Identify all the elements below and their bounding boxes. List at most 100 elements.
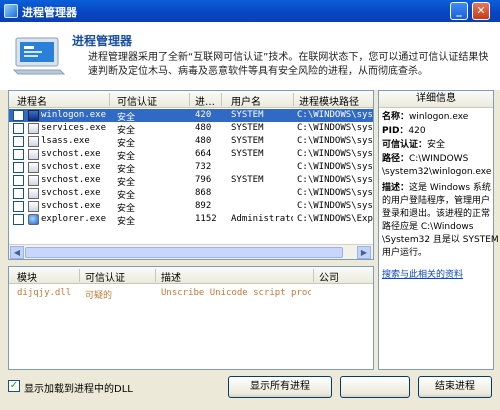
- action-button[interactable]: [340, 376, 410, 398]
- detail-name: 名称：winlogon.exe: [382, 112, 469, 122]
- window-icon: [28, 110, 39, 121]
- module-table: 模块 可信认证 描述 公司 dijqjy.dll 可疑的 Unscribe Un…: [8, 266, 374, 370]
- app-icon: [28, 175, 39, 186]
- row-checkbox[interactable]: [13, 188, 24, 199]
- row-checkbox[interactable]: [13, 175, 24, 186]
- app-icon: [28, 149, 39, 160]
- cell-name: svchost.exe: [41, 188, 101, 198]
- cell-path: C:\WINDOWS\syste: [297, 162, 373, 172]
- show-dll-label: 显示加载到进程中的DLL: [24, 384, 133, 395]
- monitor-icon: [12, 37, 66, 75]
- cell-name: explorer.exe: [41, 214, 107, 224]
- row-checkbox[interactable]: [13, 149, 24, 160]
- column-user[interactable]: 用户名: [231, 93, 291, 108]
- detail-description-4: 路径应是 C:\Windows: [382, 222, 474, 232]
- title-bar: 进程管理器 _ ✕: [0, 0, 500, 22]
- app-icon: [28, 201, 39, 212]
- cell-user: SYSTEM: [231, 110, 264, 120]
- cell-path: C:\WINDOWS\syste: [297, 175, 373, 185]
- cell-path: C:\WINDOWS\syste: [297, 149, 373, 159]
- cell-path: C:\WINDOWS\Explo: [297, 214, 373, 224]
- row-checkbox[interactable]: [13, 123, 24, 134]
- cell-name: svchost.exe: [41, 149, 101, 159]
- cell-name: lsass.exe: [41, 136, 90, 146]
- table-row[interactable]: services.exe安全480SYSTEMC:\WINDOWS\syste: [9, 122, 373, 136]
- cell-user: SYSTEM: [231, 149, 264, 159]
- show-dll-checkbox[interactable]: ✓: [8, 380, 20, 392]
- scroll-left-icon[interactable]: ◀: [10, 246, 24, 259]
- module-name: dijqjy.dll: [17, 288, 72, 298]
- cell-path: C:\WINDOWS\syste: [297, 136, 373, 146]
- cell-user: SYSTEM: [231, 175, 264, 185]
- detail-description-5: \System32 且是以 SYSTEM: [382, 235, 499, 245]
- window-title: 进程管理器: [22, 6, 77, 19]
- detail-path: 路径：C:\WINDOWS: [382, 154, 469, 164]
- cell-pid: 868: [195, 188, 212, 198]
- column-module-desc[interactable]: 描述: [161, 269, 311, 284]
- cell-user: Administrator: [231, 214, 293, 224]
- cell-trust: 安全: [117, 217, 136, 227]
- process-table: 进程名 可信认证 进… 用户名 进程模块路径 winlogon.exe 安全 420…: [8, 90, 374, 260]
- show-all-processes-button[interactable]: 显示所有进程: [228, 376, 332, 398]
- table-row[interactable]: svchost.exe安全892C:\WINDOWS\syste: [9, 200, 373, 214]
- row-checkbox[interactable]: [13, 214, 24, 225]
- module-table-header: 模块 可信认证 描述 公司: [9, 267, 373, 284]
- column-trust[interactable]: 可信认证: [117, 93, 187, 108]
- cell-name: winlogon.exe: [41, 110, 107, 120]
- row-checkbox[interactable]: [13, 201, 24, 212]
- detail-description-6: 用户运行。: [382, 248, 428, 258]
- app-icon: [28, 188, 39, 199]
- header-title: 进程管理器: [72, 34, 133, 48]
- app-icon: [28, 136, 39, 147]
- detail-path-cont: \system32\winlogon.exe: [382, 167, 492, 177]
- end-process-button[interactable]: 结束进程: [418, 376, 492, 398]
- column-process-name[interactable]: 进程名: [17, 93, 107, 108]
- cell-user: SYSTEM: [231, 123, 264, 133]
- table-row[interactable]: winlogon.exe安全420SYSTEMC:\WINDOWS\syste: [9, 109, 373, 123]
- detail-trust: 可信认证：安全: [382, 140, 446, 150]
- cell-pid: 480: [195, 136, 212, 146]
- search-related-link[interactable]: 搜索与此相关的资料: [382, 267, 463, 280]
- cell-path: C:\WINDOWS\syste: [297, 201, 373, 211]
- minimize-button[interactable]: _: [450, 2, 468, 20]
- process-table-header: 进程名 可信认证 进… 用户名 进程模块路径: [9, 91, 373, 108]
- horizontal-scrollbar[interactable]: ◀ ▶: [9, 244, 373, 259]
- table-row[interactable]: explorer.exe 安全 1152 Administrator C:\WINDOW…: [9, 213, 373, 227]
- table-row[interactable]: svchost.exe安全796SYSTEMC:\WINDOWS\syste: [9, 174, 373, 188]
- cell-name: svchost.exe: [41, 162, 101, 172]
- detail-description: 描述：这是 Windows 系统: [382, 183, 491, 193]
- app-icon: [4, 4, 18, 18]
- header-banner: 进程管理器 进程管理器采用了全新“互联网可信认证”技术。在联网状态下，您可以通过…: [0, 22, 500, 90]
- explorer-icon: [28, 214, 39, 225]
- column-pid[interactable]: 进…: [195, 93, 219, 108]
- close-button[interactable]: ✕: [472, 2, 490, 20]
- table-row[interactable]: svchost.exe安全732C:\WINDOWS\syste: [9, 161, 373, 175]
- table-row[interactable]: lsass.exe安全480SYSTEMC:\WINDOWS\syste: [9, 135, 373, 149]
- row-checkbox[interactable]: [13, 110, 24, 121]
- cell-path: C:\WINDOWS\syste: [297, 188, 373, 198]
- module-desc: Unscribe Unicode script proc...: [161, 288, 311, 298]
- cell-name: svchost.exe: [41, 175, 101, 185]
- table-row[interactable]: svchost.exe安全868C:\WINDOWS\syste: [9, 187, 373, 201]
- cell-pid: 892: [195, 201, 212, 211]
- column-company[interactable]: 公司: [319, 269, 369, 284]
- header-description: 进程管理器采用了全新“互联网可信认证”技术。在联网状态下，您可以通过可信认证结果…: [88, 52, 489, 77]
- cell-user: SYSTEM: [231, 136, 264, 146]
- cell-pid: 664: [195, 149, 212, 159]
- details-panel: 详细信息 名称：winlogon.exe PID：420 可信认证：安全 路径：…: [378, 90, 499, 370]
- row-checkbox[interactable]: [13, 136, 24, 147]
- column-module-path[interactable]: 进程模块路径: [299, 93, 373, 108]
- column-module[interactable]: 模块: [17, 269, 77, 284]
- details-header: 详细信息: [379, 91, 493, 108]
- cell-pid: 480: [195, 123, 212, 133]
- detail-description-3: 登录和退出。该进程的正常: [382, 209, 491, 219]
- column-module-trust[interactable]: 可信认证: [85, 269, 155, 284]
- table-row[interactable]: svchost.exe安全664SYSTEMC:\WINDOWS\syste: [9, 148, 373, 162]
- cell-path: C:\WINDOWS\syste: [297, 123, 373, 133]
- scroll-thumb[interactable]: [25, 247, 343, 258]
- table-row[interactable]: dijqjy.dll 可疑的 Unscribe Unicode script p…: [9, 287, 373, 301]
- row-checkbox[interactable]: [13, 162, 24, 173]
- bottom-bar: ✓ 显示加载到进程中的DLL 显示所有进程 结束进程: [0, 372, 500, 410]
- scroll-right-icon[interactable]: ▶: [357, 246, 371, 259]
- app-icon: [28, 123, 39, 134]
